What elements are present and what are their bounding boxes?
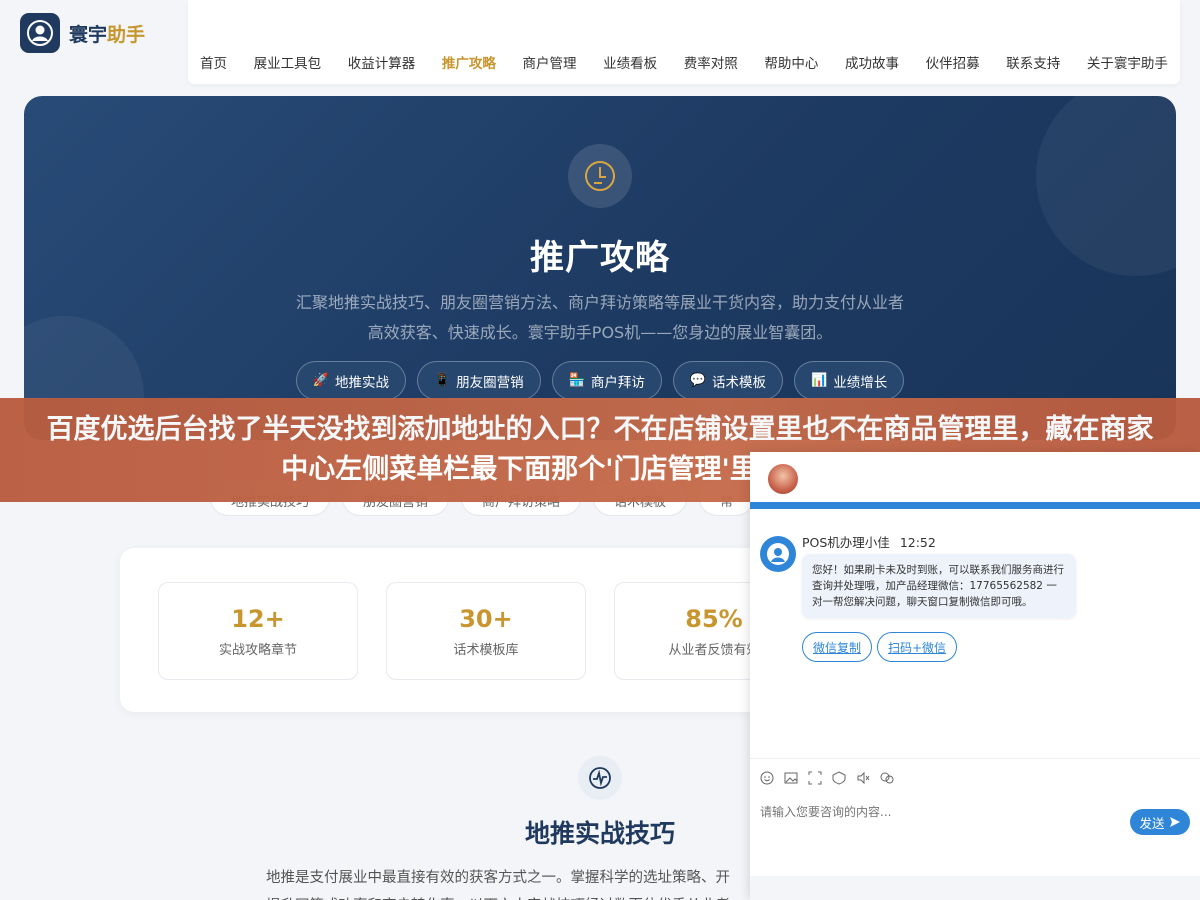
nav-item-11[interactable]: 关于寰宇助手 [1087, 52, 1168, 72]
nav-item-3[interactable]: 推广攻略 [442, 52, 496, 72]
brand-name: 寰宇助手 [69, 23, 146, 46]
topic-pill-1[interactable]: 📱 朋友圈营销 [416, 361, 541, 400]
topic-pill-label: 业绩增长 [833, 374, 888, 391]
copy-wechat-button[interactable]: 微信复制 [802, 632, 873, 662]
agent-avatar [766, 462, 800, 496]
topic-pill-label: 话术模板 [712, 374, 767, 391]
nav-links: 首页 展业工具包 收益计算器 推广攻略 商户管理 业绩看板 费率对照 帮助中心 成功故事 伙伴招募… [188, 52, 1180, 72]
nav-item-5[interactable]: 业绩看板 [603, 52, 657, 72]
stat-label: 实战攻略章节 [218, 643, 297, 658]
hero-description: 汇聚地推实战技巧、朋友圈营销方法、商户拜访策略等展业干货内容，助力支付从业者高效… [295, 293, 904, 342]
nav-item-9[interactable]: 伙伴招募 [926, 52, 980, 72]
topic-pill-2[interactable]: 🏪 商户拜访 [551, 361, 662, 400]
topic-emoji-icon: 💬 [689, 373, 707, 388]
message-time: 12:52 [899, 535, 936, 550]
chat-toolbar [750, 758, 1200, 798]
nav-item-6[interactable]: 费率对照 [684, 52, 738, 72]
image-icon[interactable] [784, 771, 798, 785]
nav-item-2[interactable]: 收益计算器 [348, 52, 416, 72]
stat-value: 30+ [459, 605, 513, 633]
nav-item-7[interactable]: 帮助中心 [764, 52, 818, 72]
nav-item-1[interactable]: 展业工具包 [254, 52, 322, 72]
user-icon [20, 13, 60, 53]
topic-emoji-icon: 🚀 [312, 373, 329, 388]
wechat-icon[interactable] [880, 771, 894, 785]
nav-item-0[interactable]: 首页 [200, 52, 227, 72]
stat-value: 12+ [231, 605, 285, 633]
topic-emoji-icon: 📊 [811, 373, 828, 388]
chat-bot-icon [760, 536, 796, 572]
topic-emoji-icon: 🏪 [568, 373, 585, 388]
pulse-icon [578, 756, 622, 800]
section-text: 地推是支付展业中最直接有效的获客方式之一。掌握科学的选址策略、开 提升网签成功率… [266, 870, 730, 900]
nav-item-8[interactable]: 成功故事 [845, 52, 899, 72]
stat-box-1: 30+ 话术模板库 [386, 582, 586, 680]
brand-logo[interactable]: 寰宇助手 [20, 13, 145, 53]
topic-pill-label: 地推实战 [334, 374, 389, 391]
topic-pills: 🚀 地推实战 📱 朋友圈营销 🏪 商户拜访 💬 话术模板 📊 业绩增长 [0, 361, 1200, 400]
message-bubble: 您好！如果刷卡未及时到账，可以联系我们服务商进行查询并处理哦，加产品经理微信：1… [802, 554, 1076, 618]
stat-label: 话术模板库 [453, 643, 519, 658]
chat-widget: POS机办理小佳 12:52 您好！如果刷卡未及时到账，可以联系我们服务商进行查询… [750, 452, 1200, 900]
chat-input[interactable] [760, 802, 1120, 822]
mute-icon[interactable] [856, 771, 870, 785]
topic-pill-3[interactable]: 💬 话术模板 [672, 361, 784, 400]
send-icon [1169, 817, 1180, 827]
nav-item-4[interactable]: 商户管理 [523, 52, 577, 72]
message-meta: POS机办理小佳 12:52 [802, 532, 936, 551]
agent-name: POS机办理小佳 [802, 535, 890, 550]
emoji-icon[interactable] [760, 771, 774, 785]
send-button[interactable]: 发送 [1130, 809, 1190, 835]
stat-box-0: 12+ 实战攻略章节 [158, 582, 358, 680]
topic-pill-4[interactable]: 📊 业绩增长 [794, 361, 905, 400]
topic-pill-0[interactable]: 🚀 地推实战 [295, 361, 406, 400]
topic-emoji-icon: 📱 [433, 373, 451, 388]
topic-pill-label: 朋友圈营销 [456, 374, 524, 391]
rating-icon[interactable] [832, 771, 846, 785]
screenshot-icon[interactable] [808, 771, 822, 785]
scan-wechat-button[interactable]: 扫码+微信 [877, 632, 958, 662]
nav-item-10[interactable]: 联系支持 [1006, 52, 1060, 72]
topic-pill-label: 商户拜访 [590, 374, 645, 391]
clock-icon [568, 144, 632, 208]
minimize-icon[interactable] [1174, 464, 1188, 478]
page-title: 推广攻略 [530, 238, 670, 278]
main-navbar: 首页 展业工具包 收益计算器 推广攻略 商户管理 业绩看板 费率对照 帮助中心 成功故事 伙伴招募… [188, 0, 1180, 84]
